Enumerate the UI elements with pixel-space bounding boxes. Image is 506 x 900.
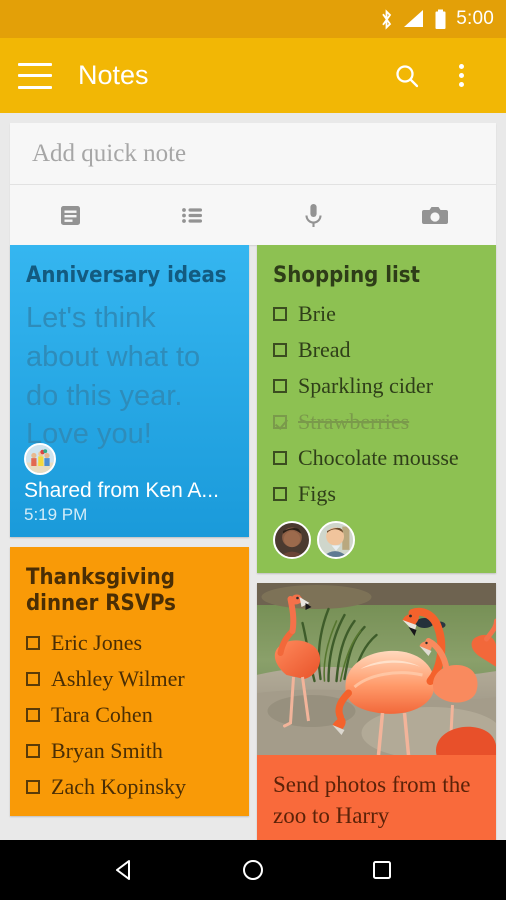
note-title: Anniversary ideas [26, 263, 227, 288]
list-item-label: Chocolate mousse [298, 445, 459, 471]
checkbox-icon[interactable] [26, 707, 40, 722]
avatar[interactable] [317, 521, 355, 560]
checkbox-icon[interactable] [273, 307, 287, 322]
list-item[interactable]: Figs [273, 481, 480, 507]
recents-icon [372, 861, 391, 879]
list-item[interactable]: Strawberries [273, 409, 480, 435]
voice-note-button[interactable] [253, 185, 375, 245]
list-item[interactable]: Tara Cohen [26, 702, 233, 728]
checkbox-checked-icon[interactable] [273, 415, 287, 430]
flamingos-at-zoo-photo [257, 583, 496, 756]
notes-column-right: Shopping list Brie Bread Sparkling cider [257, 245, 496, 850]
shopping-checklist: Brie Bread Sparkling cider Strawberries [273, 301, 480, 507]
battery-icon [435, 9, 446, 29]
notes-board: Anniversary ideas Let's think about what… [0, 245, 506, 900]
rsvp-checklist: Eric Jones Ashley Wilmer Tara Cohen Brya… [26, 630, 233, 800]
checkbox-icon[interactable] [273, 487, 287, 502]
overflow-menu-icon [458, 64, 464, 87]
list-item[interactable]: Chocolate mousse [273, 445, 480, 471]
status-bar: 5:00 [0, 0, 506, 38]
android-nav-bar [0, 840, 506, 900]
note-title: Thanksgiving dinner RSVPs [26, 565, 176, 617]
note-share-footer: Shared from Ken A... 5:19 PM [24, 443, 239, 525]
page-title: Notes [78, 60, 149, 90]
list-item-label: Bryan Smith [51, 737, 163, 763]
quick-note-section: Add quick note [0, 113, 506, 245]
list-item[interactable]: Sparkling cider [273, 373, 480, 399]
list-item[interactable]: Bread [273, 337, 480, 363]
note-card-photo[interactable]: Send photos from the zoo to Harry [257, 583, 496, 850]
note-timestamp: 5:19 PM [24, 505, 88, 524]
list-item-label: Bread [298, 337, 351, 363]
note-shared-label: Shared from Ken A... [24, 479, 219, 502]
list-item-label: Strawberries [298, 409, 410, 435]
app-bar: Notes [0, 38, 506, 113]
search-button[interactable] [380, 49, 434, 103]
list-item-label: Zach Kopinsky [51, 773, 187, 799]
note-card-shopping[interactable]: Shopping list Brie Bread Sparkling cider [257, 245, 496, 574]
notes-app-screen: 5:00 Notes Add quick note Anniversary id… [0, 0, 506, 900]
back-button[interactable] [96, 842, 152, 898]
checkbox-icon[interactable] [273, 451, 287, 466]
home-button[interactable] [225, 842, 281, 898]
camera-icon [421, 206, 448, 224]
list-item[interactable]: Ashley Wilmer [26, 666, 233, 692]
quick-note-actions [10, 185, 496, 245]
list-item[interactable]: Bryan Smith [26, 738, 233, 764]
list-item[interactable]: Zach Kopinsky [26, 774, 233, 800]
checkbox-icon[interactable] [273, 343, 287, 358]
shared-avatar-row [24, 443, 239, 475]
note-body: Let's think about what to do this year. … [26, 302, 201, 451]
checkbox-icon[interactable] [26, 635, 40, 650]
search-icon [396, 64, 419, 87]
list-note-icon [181, 207, 202, 223]
checkbox-icon[interactable] [273, 379, 287, 394]
list-item[interactable]: Eric Jones [26, 630, 233, 656]
photo-note-button[interactable] [375, 185, 497, 245]
recents-button[interactable] [354, 842, 410, 898]
status-bar-clock: 5:00 [456, 8, 494, 29]
list-item-label: Brie [298, 301, 336, 327]
note-title: Shopping list [273, 263, 421, 288]
list-item[interactable]: Brie [273, 301, 480, 327]
notes-column-left: Anniversary ideas Let's think about what… [10, 245, 249, 816]
quick-note-input[interactable]: Add quick note [10, 123, 496, 185]
signal-icon [404, 10, 424, 27]
hamburger-icon[interactable] [18, 62, 52, 89]
list-item-label: Tara Cohen [51, 701, 153, 727]
checkbox-icon[interactable] [26, 779, 40, 794]
note-card-rsvp[interactable]: Thanksgiving dinner RSVPs Eric Jones Ash… [10, 547, 249, 816]
text-note-icon [61, 205, 81, 225]
quick-note-card: Add quick note [10, 123, 496, 245]
back-icon [116, 860, 131, 880]
list-item-label: Sparkling cider [298, 373, 434, 399]
note-caption: Send photos from the zoo to Harry [273, 772, 471, 829]
collaborator-avatars [273, 521, 480, 560]
checkbox-icon[interactable] [26, 743, 40, 758]
list-item-label: Ashley Wilmer [51, 665, 185, 691]
bluetooth-icon [382, 8, 392, 30]
list-note-button[interactable] [132, 185, 254, 245]
avatar [24, 443, 56, 475]
note-card-anniversary[interactable]: Anniversary ideas Let's think about what… [10, 245, 249, 537]
home-icon [242, 860, 263, 880]
text-note-button[interactable] [10, 185, 132, 245]
avatar[interactable] [273, 521, 311, 560]
microphone-icon [305, 203, 322, 227]
list-item-label: Figs [298, 481, 336, 507]
checkbox-icon[interactable] [26, 671, 40, 686]
overflow-menu-button[interactable] [434, 49, 488, 103]
list-item-label: Eric Jones [51, 629, 143, 655]
